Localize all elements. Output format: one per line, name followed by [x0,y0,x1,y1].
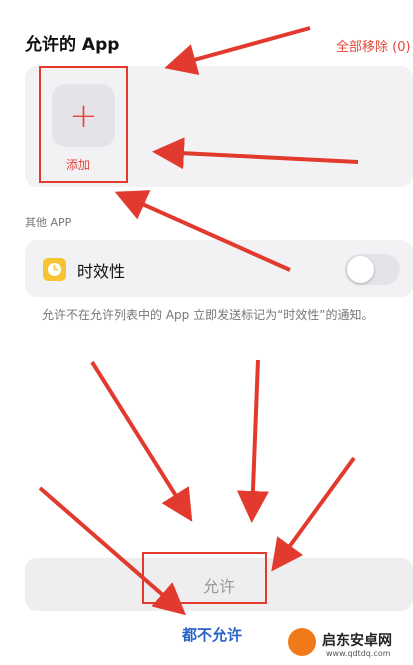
time-sensitive-toggle[interactable] [345,254,400,285]
watermark-logo: 启东安卓网 www.qdtdq.com [282,624,413,665]
time-sensitive-label: 时效性 [77,262,126,281]
allowed-apps-title: 允许的 App [25,35,120,55]
toggle-knob [347,256,374,283]
watermark-url: www.qdtdq.com [326,649,391,658]
other-apps-title: 其他 APP [25,216,72,229]
remove-all-button[interactable]: 全部移除 (0) [336,36,411,55]
allow-button-label: 允许 [202,576,235,596]
add-app-label: 添加 [66,158,91,172]
add-app-button[interactable]: + [52,84,115,147]
arrow-to-allow-3 [271,456,356,572]
deny-all-button[interactable]: 都不允许 [182,624,242,645]
clock-icon [43,258,66,281]
allow-button[interactable]: 允许 [25,558,413,611]
arrow-to-remove-all [164,26,311,76]
watermark-icon [288,628,316,656]
arrow-to-allow-2 [236,359,269,523]
time-sensitive-description: 允许不在允许列表中的 App 立即发送标记为“时效性”的通知。 [42,308,374,322]
arrow-to-allow-1 [90,360,193,522]
plus-icon: + [69,95,98,136]
watermark-brand: 启东安卓网 [322,633,392,649]
